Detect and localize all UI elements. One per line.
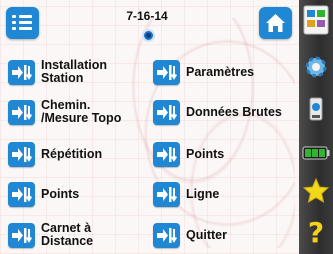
home-icon (266, 14, 285, 32)
battery-indicator[interactable] (301, 138, 331, 168)
list-bullet (12, 27, 16, 30)
menu-item-settings[interactable]: Paramètres (153, 55, 254, 89)
help-button[interactable]: ? (301, 218, 331, 248)
menu-item-label: Points (41, 186, 80, 201)
list-line (19, 27, 32, 30)
gear-icon (305, 56, 327, 78)
home-button[interactable] (259, 7, 292, 39)
right-toolbar: ? (299, 0, 333, 254)
battery-icon (302, 146, 330, 160)
instrument-button[interactable] (301, 94, 331, 124)
list-line (19, 21, 32, 24)
date-label: 7-16-14 (126, 9, 168, 23)
menu-item-label: Installation Station (41, 58, 107, 85)
list-bullet (12, 21, 16, 24)
program-icon (8, 181, 35, 207)
star-icon (302, 177, 330, 204)
menu-item-remote-book[interactable]: Carnet à Distance (8, 218, 93, 252)
question-mark-icon: ? (307, 216, 325, 249)
page-indicator[interactable] (142, 29, 155, 42)
menu-item-label: Chemin. /Mesure Topo (41, 98, 122, 125)
applications-button[interactable] (301, 4, 331, 35)
program-icon (8, 222, 35, 248)
applications-icon (303, 5, 329, 35)
program-icon (8, 59, 35, 85)
list-bullet (12, 15, 16, 18)
list-line (19, 15, 32, 18)
topo-background (125, 18, 295, 248)
program-icon (153, 141, 180, 167)
menu-item-points-right[interactable]: Points (153, 137, 224, 171)
menu-item-label: Paramètres (186, 64, 255, 79)
menu-item-label: Carnet à Distance (41, 221, 94, 248)
menu-item-quit[interactable]: Quitter (153, 218, 227, 252)
menu-item-label: Répétition (41, 146, 103, 161)
total-station-icon (309, 97, 323, 121)
program-icon (8, 99, 35, 125)
menu-item-label: Données Brutes (186, 104, 282, 119)
program-icon (153, 181, 180, 207)
favorites-button[interactable] (301, 176, 331, 206)
program-icon (153, 222, 180, 248)
program-icon (153, 59, 180, 85)
program-icon (8, 141, 35, 167)
menu-item-points-left[interactable]: Points (8, 177, 79, 211)
main-panel: 7-16-14 Installation Station Chemin. /Me… (0, 0, 299, 254)
menu-item-raw-data[interactable]: Données Brutes (153, 95, 282, 129)
menu-item-label: Points (186, 146, 225, 161)
settings-button[interactable] (301, 52, 331, 82)
menu-item-repetition[interactable]: Répétition (8, 137, 102, 171)
program-icon (153, 99, 180, 125)
menu-item-line[interactable]: Ligne (153, 177, 219, 211)
menu-button[interactable] (6, 7, 39, 39)
menu-item-installation-station[interactable]: Installation Station (8, 55, 107, 89)
menu-item-label: Ligne (186, 186, 220, 201)
menu-item-traverse-topo[interactable]: Chemin. /Mesure Topo (8, 95, 121, 129)
menu-item-label: Quitter (186, 227, 227, 242)
